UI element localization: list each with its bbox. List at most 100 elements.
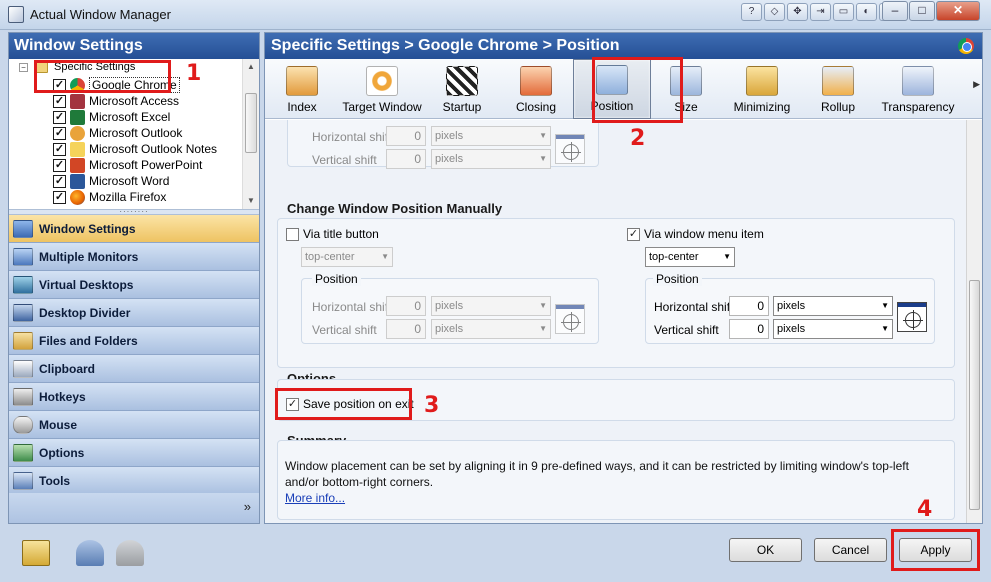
- chevron-more-icon[interactable]: »: [244, 499, 251, 514]
- tree-item-checkbox[interactable]: ✓: [53, 126, 66, 140]
- tree-item-label: Microsoft Outlook Notes: [89, 142, 218, 156]
- content-scroll-thumb[interactable]: [969, 280, 980, 510]
- tree-item-microsoft-word[interactable]: ✓ Microsoft Word: [53, 173, 169, 189]
- tree-scrollbar[interactable]: ▲ ▼: [242, 59, 259, 209]
- transparency-icon: [902, 66, 934, 96]
- annotation-number-1: 1: [186, 61, 202, 86]
- ok-button[interactable]: OK: [729, 538, 802, 562]
- nav-files-and-folders[interactable]: Files and Folders: [9, 327, 259, 355]
- transparency-icon[interactable]: ◐: [856, 3, 877, 21]
- left-panel-header: Window Settings: [9, 33, 259, 59]
- window-title: Actual Window Manager: [30, 7, 171, 22]
- nav-label: Files and Folders: [39, 333, 138, 348]
- pin-icon[interactable]: ◇: [764, 3, 785, 21]
- tree-item-mozilla-firefox[interactable]: ✓ Mozilla Firefox: [53, 189, 166, 205]
- tab-minimizing[interactable]: Minimizing: [721, 59, 803, 119]
- checkbox-box[interactable]: ✓: [627, 227, 640, 241]
- close-button[interactable]: ✕: [936, 1, 980, 21]
- tree-item-label: Microsoft Word: [89, 174, 170, 188]
- toolbar-scroll-right-icon[interactable]: ▶: [973, 79, 980, 90]
- help-icon[interactable]: ?: [741, 3, 762, 21]
- horizontal-unit-select[interactable]: pixels ▼: [773, 296, 893, 316]
- nav-mouse[interactable]: Mouse: [9, 411, 259, 439]
- nav-virtual-desktops[interactable]: Virtual Desktops: [9, 271, 259, 299]
- scroll-down-icon[interactable]: ▼: [243, 193, 259, 209]
- collapse-icon[interactable]: −: [19, 62, 28, 72]
- tab-label: Index: [287, 100, 317, 114]
- title-bar: Actual Window Manager ? ◇ ✥ ⇥ ▭ ◐ ⊏ – □ …: [0, 0, 991, 30]
- restore-button[interactable]: □: [909, 1, 935, 21]
- nav-window-settings[interactable]: Window Settings: [9, 215, 259, 243]
- via-title-button-checkbox[interactable]: Via title button: [286, 227, 379, 241]
- undo-icon[interactable]: [76, 540, 104, 566]
- window-menu-icon[interactable]: ▭: [833, 3, 854, 21]
- nav-clipboard[interactable]: Clipboard: [9, 355, 259, 383]
- nav-options[interactable]: Options: [9, 439, 259, 467]
- chevron-down-icon: ▼: [881, 301, 889, 310]
- horizontal-shift-input[interactable]: 0: [386, 296, 426, 316]
- more-info-link[interactable]: More info...: [285, 490, 345, 506]
- vertical-shift-label: Vertical shift: [654, 323, 719, 337]
- title-bar-tools: ? ◇ ✥ ⇥ ▭ ◐ ⊏: [741, 3, 900, 21]
- target-picker-button[interactable]: [555, 134, 585, 164]
- position-group-title: Position: [312, 272, 361, 286]
- tab-startup[interactable]: Startup: [425, 59, 499, 119]
- tab-label: Minimizing: [733, 100, 791, 114]
- nav-desktop-divider[interactable]: Desktop Divider: [9, 299, 259, 327]
- horizontal-shift-input[interactable]: 0: [386, 126, 426, 146]
- title-button-position-select[interactable]: top-center ▼: [301, 247, 393, 267]
- vertical-unit-select[interactable]: pixels ▼: [431, 149, 551, 169]
- move-icon[interactable]: ✥: [787, 3, 808, 21]
- nav-hotkeys[interactable]: Hotkeys: [9, 383, 259, 411]
- vertical-unit-select[interactable]: pixels ▼: [773, 319, 893, 339]
- window-settings-icon: [13, 219, 33, 238]
- tab-label: Rollup: [820, 100, 856, 114]
- horizontal-unit-select[interactable]: pixels ▼: [431, 296, 551, 316]
- cancel-button[interactable]: Cancel: [814, 538, 887, 562]
- nav-label: Window Settings: [39, 221, 136, 236]
- tree-item-microsoft-excel[interactable]: ✓ Microsoft Excel: [53, 109, 170, 125]
- horizontal-shift-input[interactable]: 0: [729, 296, 769, 316]
- target-picker-button[interactable]: [555, 304, 585, 334]
- tree-item-checkbox[interactable]: ✓: [53, 190, 66, 204]
- tab-closing[interactable]: Closing: [499, 59, 573, 119]
- redo-icon[interactable]: [116, 540, 144, 566]
- tab-transparency[interactable]: Transparency: [873, 59, 963, 119]
- tree-item-label: Microsoft Excel: [89, 110, 171, 124]
- tree-item-microsoft-powerpoint[interactable]: ✓ Microsoft PowerPoint: [53, 157, 202, 173]
- chevron-down-icon: ▼: [539, 131, 547, 140]
- via-window-menu-item-checkbox[interactable]: ✓ Via window menu item: [627, 227, 764, 241]
- desktop-divider-icon: [13, 303, 33, 322]
- tree-item-microsoft-access[interactable]: ✓ Microsoft Access: [53, 93, 179, 109]
- tree-item-checkbox[interactable]: ✓: [53, 142, 66, 156]
- tree-item-microsoft-outlook[interactable]: ✓ Microsoft Outlook: [53, 125, 182, 141]
- annotation-number-3: 3: [424, 393, 440, 418]
- horizontal-unit-select[interactable]: pixels ▼: [431, 126, 551, 146]
- help-topics-icon[interactable]: [22, 540, 50, 566]
- tree-item-checkbox[interactable]: ✓: [53, 158, 66, 172]
- minimize-button[interactable]: –: [882, 1, 908, 21]
- tab-rollup[interactable]: Rollup: [803, 59, 873, 119]
- tab-index[interactable]: Index: [265, 59, 339, 119]
- nav-tools[interactable]: Tools: [9, 467, 259, 495]
- notes-icon: [70, 141, 85, 157]
- send-to-monitor-icon[interactable]: ⇥: [810, 3, 831, 21]
- target-picker-button[interactable]: [897, 302, 927, 332]
- tree-item-microsoft-outlook-notes[interactable]: ✓ Microsoft Outlook Notes: [53, 141, 217, 157]
- menu-item-position-select[interactable]: top-center ▼: [645, 247, 735, 267]
- nav-label: Hotkeys: [39, 389, 86, 404]
- scroll-up-icon[interactable]: ▲: [243, 59, 259, 75]
- vertical-shift-input[interactable]: 0: [386, 319, 426, 339]
- vertical-shift-input[interactable]: 0: [729, 319, 769, 339]
- tree-scroll-thumb[interactable]: [245, 93, 257, 153]
- crosshair-icon: [561, 142, 581, 162]
- tree-item-checkbox[interactable]: ✓: [53, 94, 66, 108]
- checkbox-box[interactable]: [286, 227, 299, 241]
- tab-target-window[interactable]: Target Window: [339, 59, 425, 119]
- vertical-unit-select[interactable]: pixels ▼: [431, 319, 551, 339]
- content-scrollbar[interactable]: [966, 120, 982, 523]
- tree-item-checkbox[interactable]: ✓: [53, 174, 66, 188]
- nav-multiple-monitors[interactable]: Multiple Monitors: [9, 243, 259, 271]
- tree-item-checkbox[interactable]: ✓: [53, 110, 66, 124]
- vertical-shift-input[interactable]: 0: [386, 149, 426, 169]
